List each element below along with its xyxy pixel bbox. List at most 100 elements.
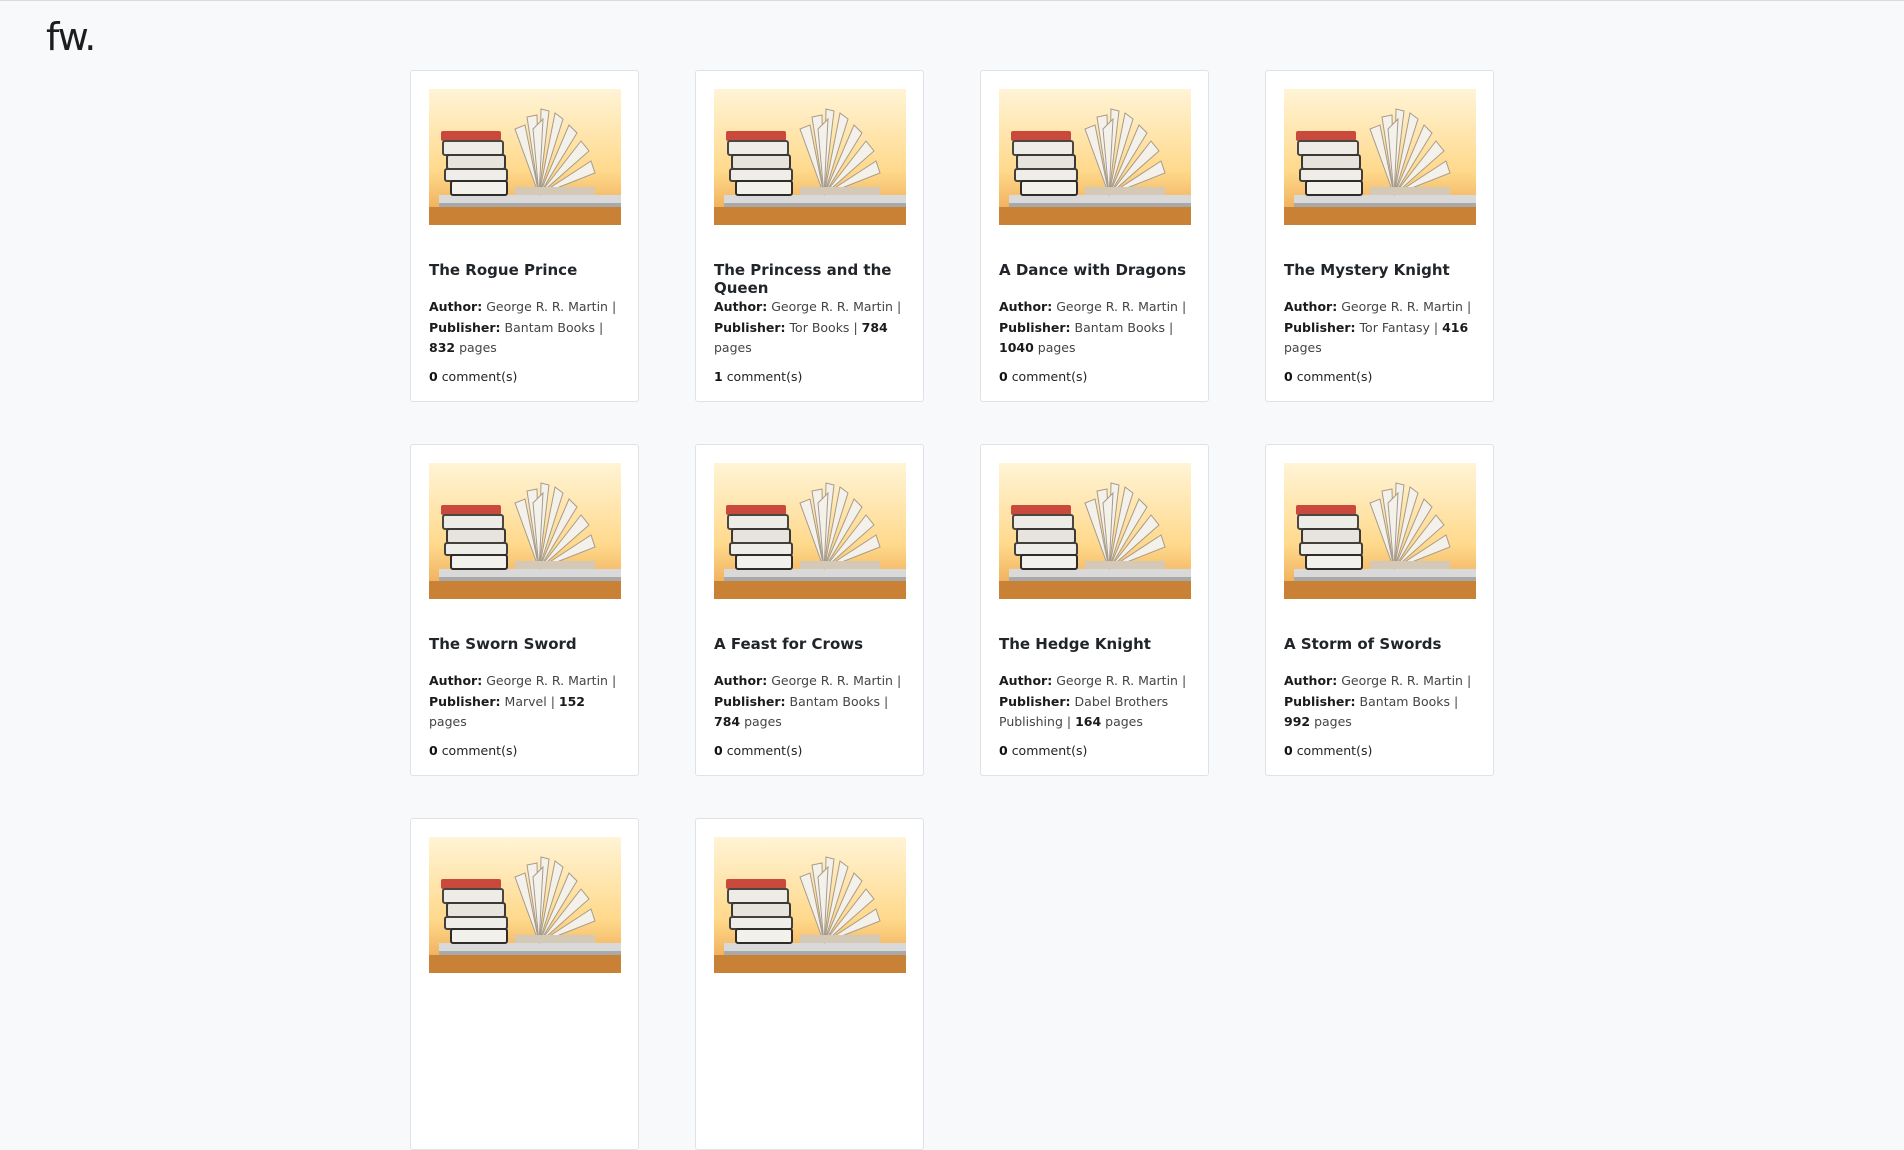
author-name: George R. R. Martin	[771, 299, 893, 314]
comment-label: comment(s)	[441, 743, 518, 758]
publisher-name: Bantam Books	[789, 693, 881, 709]
comment-count: 0 comment(s)	[1284, 743, 1475, 758]
book-cover-image[interactable]	[999, 89, 1191, 225]
book-meta: Author: George R. R. Martin | Publisher: …	[429, 671, 620, 733]
separator: |	[550, 693, 555, 709]
book-meta: Author: George R. R. Martin | Publisher: …	[1284, 297, 1475, 359]
book-cover-image[interactable]	[714, 89, 906, 225]
page-count: 832	[429, 340, 456, 355]
comment-label: comment(s)	[441, 369, 518, 384]
pages-label: pages	[714, 340, 752, 355]
book-card[interactable]	[695, 818, 924, 1150]
author-name: George R. R. Martin	[771, 673, 893, 688]
comment-count: 0 comment(s)	[999, 369, 1190, 384]
page-count: 992	[1284, 714, 1311, 729]
separator: |	[1433, 319, 1439, 335]
book-title[interactable]: A Storm of Swords	[1284, 635, 1475, 671]
separator: |	[853, 319, 858, 335]
pages-label: pages	[1037, 340, 1076, 355]
comment-label: comment(s)	[1296, 743, 1373, 758]
publisher-name: Bantam Books	[1359, 693, 1451, 709]
book-title[interactable]: The Princess and the Queen	[714, 261, 905, 297]
book-cover-image[interactable]	[429, 463, 621, 599]
publisher-label: Publisher:	[714, 693, 786, 709]
separator: |	[896, 673, 902, 688]
publisher-label: Publisher:	[429, 693, 501, 709]
book-grid: The Rogue Prince Author: George R. R. Mar…	[410, 70, 1494, 1150]
book-card[interactable]: A Storm of Swords Author: George R. R. Ma…	[1265, 444, 1494, 776]
publisher-label: Publisher:	[1284, 319, 1356, 335]
book-cover-image[interactable]	[1284, 463, 1476, 599]
book-title[interactable]: The Rogue Prince	[429, 261, 620, 297]
book-title[interactable]: The Hedge Knight	[999, 635, 1190, 671]
book-cover-image[interactable]	[1284, 89, 1476, 225]
book-card[interactable]: The Hedge Knight Author: George R. R. Mar…	[980, 444, 1209, 776]
author-name: George R. R. Martin	[486, 673, 608, 688]
publisher-label: Publisher:	[1284, 693, 1356, 709]
comment-label: comment(s)	[1011, 369, 1088, 384]
book-cover-image[interactable]	[999, 463, 1191, 599]
author-name: George R. R. Martin	[1056, 673, 1178, 688]
comment-label: comment(s)	[1296, 369, 1373, 384]
publisher-label: Publisher:	[999, 693, 1071, 709]
book-title[interactable]: A Dance with Dragons	[999, 261, 1190, 297]
book-cover-image[interactable]	[429, 89, 621, 225]
pages-label: pages	[1105, 714, 1143, 729]
publisher-name: Tor Fantasy	[1359, 319, 1430, 335]
pages-label: pages	[459, 340, 497, 355]
comment-number: 0	[1284, 369, 1293, 384]
book-meta: Author: George R. R. Martin | Publisher: …	[714, 297, 905, 359]
page-count: 152	[558, 693, 585, 709]
separator: |	[884, 693, 889, 709]
book-title[interactable]: The Mystery Knight	[1284, 261, 1475, 297]
comment-count: 0 comment(s)	[714, 743, 905, 758]
author-label: Author:	[999, 673, 1053, 688]
comment-count: 0 comment(s)	[429, 743, 620, 758]
author-label: Author:	[1284, 673, 1338, 688]
logo[interactable]: fw.	[46, 15, 96, 59]
comment-count: 1 comment(s)	[714, 369, 905, 384]
publisher-name: Bantam Books	[504, 319, 596, 335]
pages-label: pages	[1284, 340, 1322, 355]
book-meta: Author: George R. R. Martin | Publisher: …	[714, 671, 905, 733]
author-label: Author:	[429, 299, 483, 314]
comment-count: 0 comment(s)	[1284, 369, 1475, 384]
book-card[interactable]: The Rogue Prince Author: George R. R. Mar…	[410, 70, 639, 402]
separator: |	[1466, 299, 1472, 314]
book-card[interactable]	[410, 818, 639, 1150]
book-card[interactable]: A Feast for Crows Author: George R. R. Ma…	[695, 444, 924, 776]
book-card[interactable]: The Princess and the Queen Author: George…	[695, 70, 924, 402]
book-card[interactable]: The Sworn Sword Author: George R. R. Mart…	[410, 444, 639, 776]
page-count: 164	[1075, 714, 1102, 729]
separator: |	[1466, 673, 1472, 688]
publisher-name: Marvel	[504, 693, 547, 709]
page-count: 1040	[999, 340, 1034, 355]
book-meta: Author: George R. R. Martin | Publisher: …	[1284, 671, 1475, 733]
separator: |	[611, 673, 617, 688]
book-cover-image[interactable]	[714, 463, 906, 599]
separator: |	[1066, 714, 1072, 729]
page-count: 416	[1442, 319, 1469, 335]
book-meta: Author: George R. R. Martin | Publisher: …	[999, 297, 1190, 359]
comment-number: 0	[1284, 743, 1293, 758]
publisher-name: Bantam Books	[1074, 319, 1166, 335]
book-card[interactable]: A Dance with Dragons Author: George R. R.…	[980, 70, 1209, 402]
book-card[interactable]: The Mystery Knight Author: George R. R. M…	[1265, 70, 1494, 402]
book-cover-image[interactable]	[714, 837, 906, 973]
author-name: George R. R. Martin	[486, 299, 608, 314]
publisher-label: Publisher:	[999, 319, 1071, 335]
separator: |	[1169, 319, 1174, 335]
comment-label: comment(s)	[726, 369, 803, 384]
page-count: 784	[861, 319, 888, 335]
book-meta: Author: George R. R. Martin | Publisher: …	[429, 297, 620, 359]
book-title[interactable]: A Feast for Crows	[714, 635, 905, 671]
author-name: George R. R. Martin	[1341, 673, 1463, 688]
comment-count: 0 comment(s)	[429, 369, 620, 384]
book-title[interactable]: The Sworn Sword	[429, 635, 620, 671]
author-label: Author:	[429, 673, 483, 688]
pages-label: pages	[429, 714, 467, 729]
book-cover-image[interactable]	[429, 837, 621, 973]
author-name: George R. R. Martin	[1056, 299, 1178, 314]
separator: |	[1181, 299, 1187, 314]
separator: |	[896, 299, 902, 314]
